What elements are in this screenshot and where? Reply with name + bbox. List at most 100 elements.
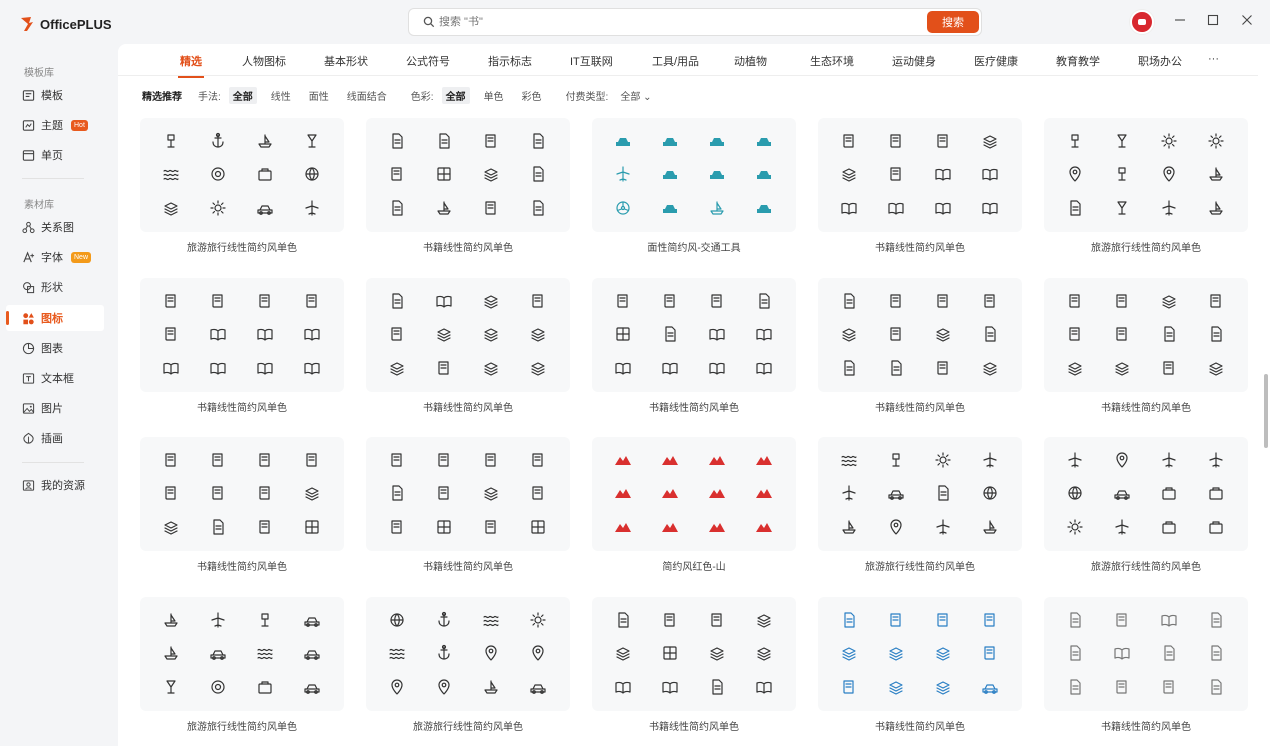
sidebar-item-theme[interactable]: 主题 Hot [6,112,104,138]
icon-set-title[interactable]: 旅游旅行线性简约风单色 [140,718,344,733]
icon-set-card[interactable] [140,597,344,711]
tab-more[interactable]: ··· [1208,53,1219,65]
icon-set-title[interactable]: 书籍线性简约风单色 [592,399,796,414]
tab-3[interactable]: 公式符号 [406,53,450,69]
plane-icon [303,199,321,217]
filter-color-single[interactable]: 单色 [480,87,508,104]
search-bar[interactable]: 搜索 [408,8,982,36]
icon-set-card[interactable] [1044,118,1248,232]
icon-set-card[interactable] [1044,597,1248,711]
icon-set-card[interactable] [592,118,796,232]
icon-set-title[interactable]: 旅游旅行线性简约风单色 [366,718,570,733]
sidebar-item-my-resources[interactable]: 我的资源 [6,472,104,498]
book-icon [661,292,679,310]
icon-set-title[interactable]: 书籍线性简约风单色 [1044,399,1248,414]
tab-11[interactable]: 教育教学 [1056,53,1100,69]
icon-set-card[interactable] [1044,278,1248,392]
icon-set-title[interactable]: 书籍线性简约风单色 [366,239,570,254]
icon-set-card[interactable] [366,437,570,551]
icon-set-card[interactable] [592,437,796,551]
book-icon [840,678,858,696]
tab-5[interactable]: IT互联网 [570,53,613,69]
tab-1[interactable]: 人物图标 [242,53,286,69]
filter-color-all[interactable]: 全部 [441,86,470,104]
filter-pay-dropdown[interactable]: 全部 ⌄ [616,87,655,104]
tab-6[interactable]: 工具/用品 [652,53,699,69]
tab-10[interactable]: 医疗健康 [974,53,1018,69]
filter-style-face[interactable]: 面性 [305,87,333,104]
wave-icon [482,611,500,629]
openbook-icon [934,199,952,217]
icon-set-card[interactable] [592,278,796,392]
tab-9[interactable]: 运动健身 [892,53,936,69]
icon-set-title[interactable]: 旅游旅行线性简约风单色 [140,239,344,254]
sun-icon [529,611,547,629]
tab-2[interactable]: 基本形状 [324,53,368,69]
icon-set-title[interactable]: 书籍线性简约风单色 [818,239,1022,254]
icon-set-title[interactable]: 书籍线性简约风单色 [1044,718,1248,733]
openbook-icon [256,359,274,377]
minimize-icon[interactable] [1172,12,1188,28]
icon-set-card[interactable] [140,278,344,392]
sidebar-item-picture[interactable]: 图片 [6,395,104,421]
icon-set-title[interactable]: 旅游旅行线性简约风单色 [1044,558,1248,573]
scrollbar-thumb[interactable] [1264,374,1268,448]
sidebar-item-page[interactable]: 单页 [6,142,104,168]
user-avatar[interactable] [1130,10,1154,34]
search-button[interactable]: 搜索 [927,11,979,33]
openbook-icon [162,359,180,377]
icon-set-title[interactable]: 书籍线性简约风单色 [366,399,570,414]
filter-style-mixed[interactable]: 线面结合 [343,87,391,104]
icon-set-card[interactable] [818,597,1022,711]
sidebar-item-shape[interactable]: 形状 [6,274,104,300]
sidebar-item-font[interactable]: 字体 New [6,244,104,270]
tab-7[interactable]: 动植物 [734,53,767,69]
icon-set-title[interactable]: 书籍线性简约风单色 [592,718,796,733]
icon-set-title[interactable]: 简约风红色-山 [592,558,796,573]
tab-12[interactable]: 职场办公 [1138,53,1182,69]
scrollbar[interactable] [1262,44,1270,746]
car-icon [661,199,679,217]
sidebar-item-icons[interactable]: 图标 [6,305,104,331]
icon-set-title[interactable]: 旅游旅行线性简约风单色 [1044,239,1248,254]
icon-set-title[interactable]: 书籍线性简约风单色 [818,718,1022,733]
icon-set-card[interactable] [818,118,1022,232]
book-icon [934,611,952,629]
tab-0[interactable]: 精选 [178,53,204,78]
icon-set-title[interactable]: 书籍线性简约风单色 [140,399,344,414]
sidebar-item-chart[interactable]: 图表 [6,335,104,361]
icon-set-card[interactable] [1044,437,1248,551]
icon-set-title[interactable]: 书籍线性简约风单色 [366,558,570,573]
wave-icon [162,165,180,183]
hot-badge: Hot [71,119,88,131]
tab-8[interactable]: 生态环境 [810,53,854,69]
icon-set-title[interactable]: 书籍线性简约风单色 [140,558,344,573]
icon-set-title[interactable]: 旅游旅行线性简约风单色 [818,558,1022,573]
search-input[interactable] [439,16,927,28]
book-icon [388,325,406,343]
maximize-icon[interactable] [1205,12,1221,28]
close-icon[interactable] [1239,12,1255,28]
sidebar-item-relation[interactable]: 关系图 [6,214,104,240]
filter-style-line[interactable]: 线性 [267,87,295,104]
icon-set-card[interactable] [818,278,1022,392]
sidebar-item-template[interactable]: 模板 [6,82,104,108]
icon-set-card[interactable] [366,597,570,711]
icon-set-title[interactable]: 书籍线性简约风单色 [818,399,1022,414]
icon-set-card[interactable] [366,118,570,232]
sidebar-item-illustration[interactable]: 插画 [6,425,104,451]
chart-icon [22,342,35,354]
filter-color-multi[interactable]: 彩色 [518,87,546,104]
icon-set-card[interactable] [140,437,344,551]
book-icon [887,611,905,629]
icon-set-card[interactable] [592,597,796,711]
tab-4[interactable]: 指示标志 [488,53,532,69]
filter-style-all[interactable]: 全部 [228,86,257,104]
icon-set-card[interactable] [818,437,1022,551]
icon-set-title[interactable]: 面性简约风-交通工具 [592,239,796,254]
icon-set-card[interactable] [140,118,344,232]
doc-icon [435,132,453,150]
icon-set-card[interactable] [366,278,570,392]
boat-icon [256,132,274,150]
sidebar-item-textbox[interactable]: 文本框 [6,365,104,391]
